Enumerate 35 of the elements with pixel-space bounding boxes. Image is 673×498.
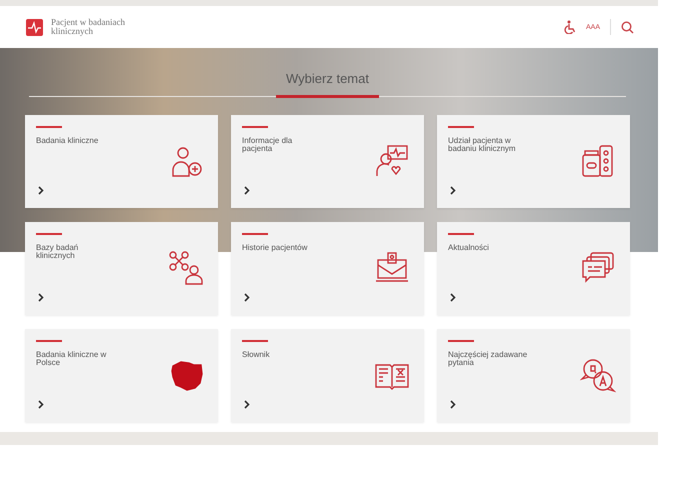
chevron-icon bbox=[450, 400, 456, 409]
topic-card[interactable]: Najczęściej zadawane pytania bbox=[437, 329, 630, 422]
chevron-icon bbox=[244, 400, 250, 409]
chevron-icon bbox=[450, 293, 456, 302]
chevron-icon bbox=[38, 400, 44, 409]
section-title: Wybierz temat bbox=[276, 71, 379, 98]
chevron-icon bbox=[244, 293, 250, 302]
topic-card[interactable]: Udział pacjenta w badaniu klinicznym bbox=[437, 115, 630, 208]
topic-card[interactable]: Badania kliniczne bbox=[25, 115, 218, 208]
card-title: Najczęściej zadawane pytania bbox=[448, 351, 528, 367]
topic-card[interactable]: Informacje dla pacjenta bbox=[231, 115, 424, 208]
logo-icon[interactable] bbox=[26, 18, 43, 36]
topic-card[interactable]: Badania kliniczne w Polsce bbox=[25, 329, 218, 422]
topic-card[interactable]: Bazy badań klinicznych bbox=[25, 222, 218, 315]
search-icon[interactable] bbox=[621, 20, 634, 34]
chevron-icon bbox=[38, 186, 44, 195]
topic-card[interactable]: Aktualności bbox=[437, 222, 630, 315]
card-title: Bazy badań klinicznych bbox=[36, 244, 80, 260]
qa-bubbles-icon bbox=[580, 357, 616, 393]
card-title: Badania kliniczne bbox=[36, 137, 100, 145]
chevron-icon bbox=[450, 186, 456, 195]
card-title: Udział pacjenta w badaniu klinicznym bbox=[448, 137, 517, 153]
card-title: Słownik bbox=[242, 351, 271, 359]
topic-card[interactable]: Słownik bbox=[231, 329, 424, 422]
site-name[interactable]: Pacjent w badaniach klinicznych bbox=[51, 18, 141, 36]
chevron-icon bbox=[38, 293, 44, 302]
chevron-icon bbox=[244, 186, 250, 195]
card-title: Badania kliniczne w Polsce bbox=[36, 351, 108, 367]
network-person-icon bbox=[168, 250, 204, 286]
patient-monitor-icon bbox=[374, 143, 410, 179]
card-title: Historie pacjentów bbox=[242, 244, 308, 252]
card-title: Aktualności bbox=[448, 244, 490, 252]
topic-card[interactable]: Historie pacjentów bbox=[231, 222, 424, 315]
accessibility-icon[interactable] bbox=[564, 20, 576, 34]
card-title: Informacje dla pacjenta bbox=[242, 137, 294, 153]
